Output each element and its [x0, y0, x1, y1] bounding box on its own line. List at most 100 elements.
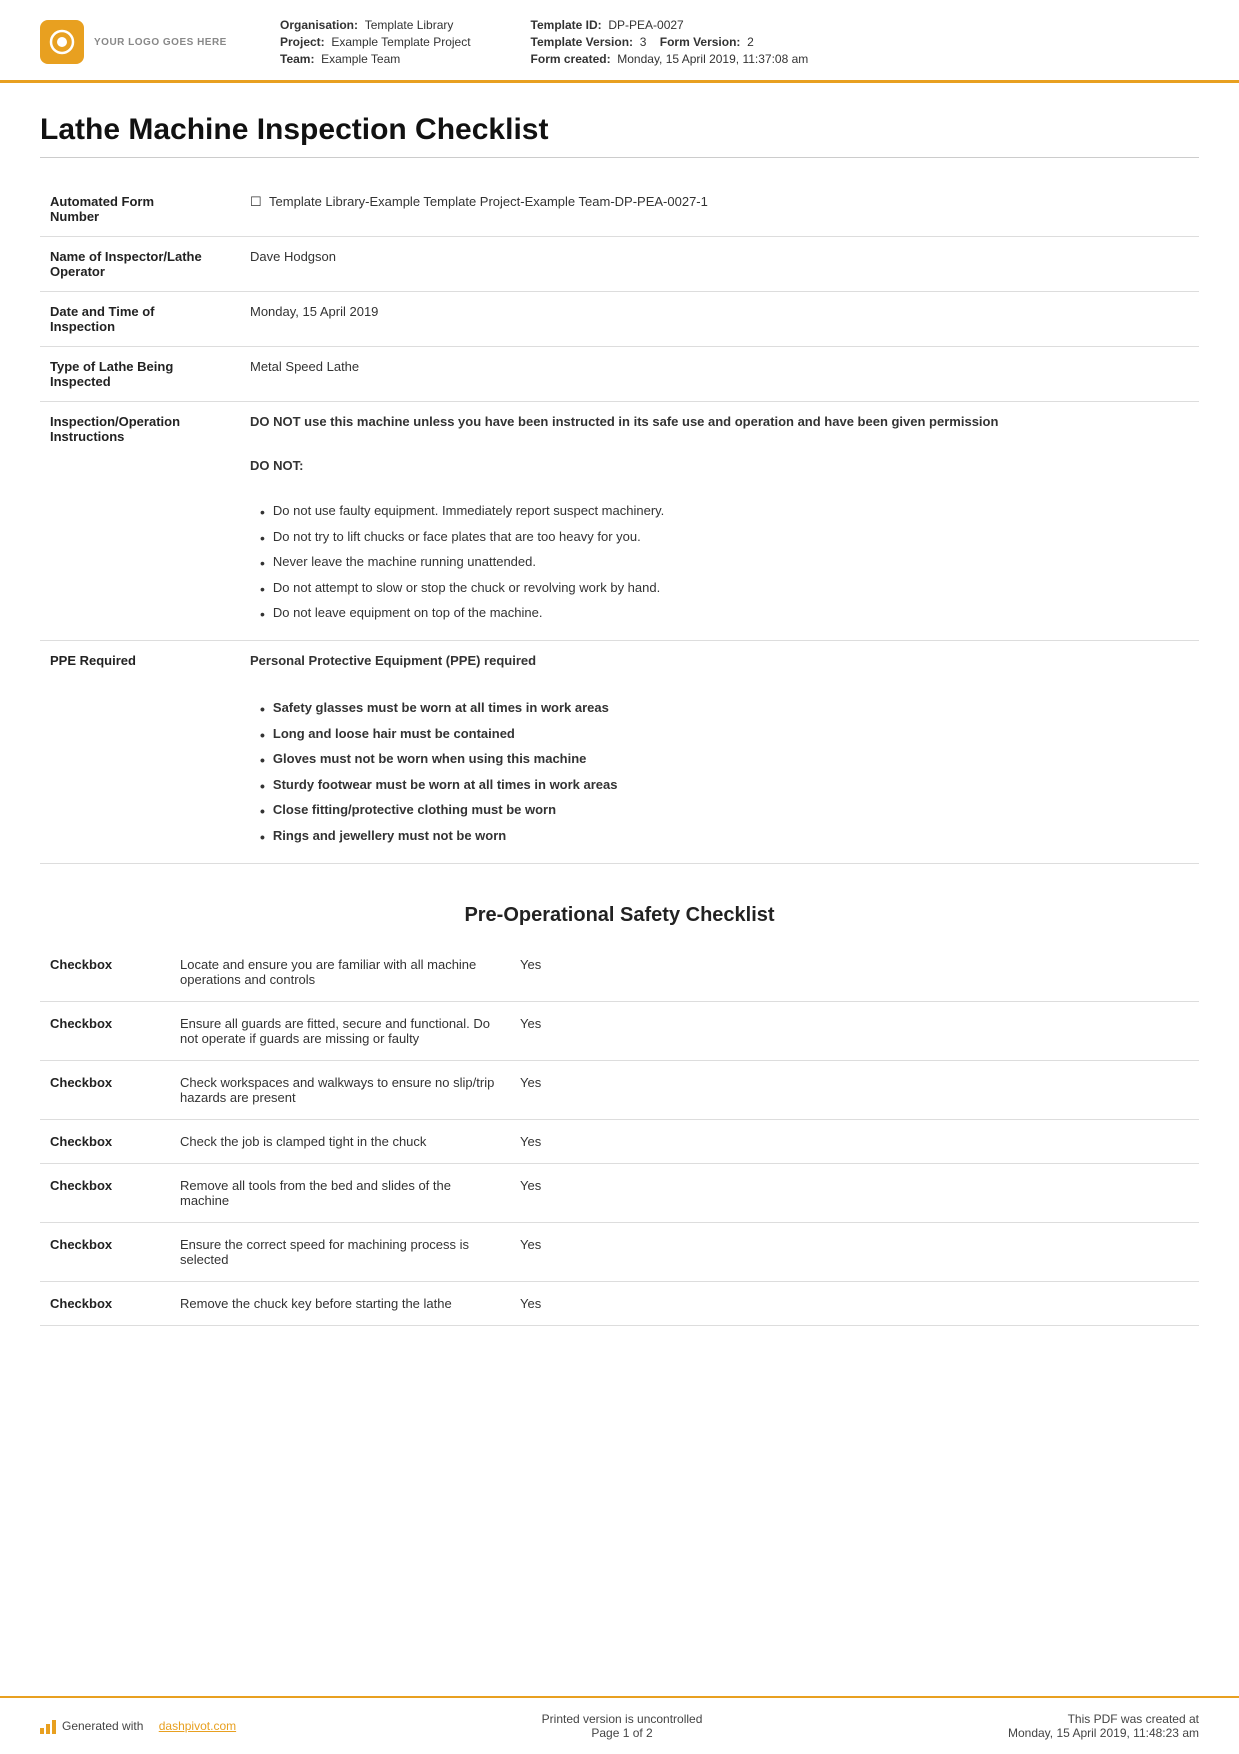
checklist-col1-0: Checkbox	[40, 943, 170, 1002]
list-item: Sturdy footwear must be worn at all time…	[260, 774, 1189, 800]
ppe-list: Safety glasses must be worn at all times…	[260, 697, 1189, 851]
template-id-value: DP-PEA-0027	[608, 18, 683, 32]
team-label: Team:	[280, 52, 314, 66]
checklist-col3-3: Yes	[510, 1119, 1199, 1163]
checklist-col3-0: Yes	[510, 943, 1199, 1002]
header-col-left: Organisation: Template Library Project: …	[280, 18, 471, 66]
checklist-col2-1: Ensure all guards are fitted, secure and…	[170, 1001, 510, 1060]
instructions-label: Inspection/OperationInstructions	[40, 402, 240, 641]
list-item: Do not leave equipment on top of the mac…	[260, 602, 1189, 628]
checklist-row-2: Checkbox Check workspaces and walkways t…	[40, 1060, 1199, 1119]
checklist-col3-1: Yes	[510, 1001, 1199, 1060]
footer: Generated with dashpivot.com Printed ver…	[0, 1696, 1239, 1754]
pdf-created-value: Monday, 15 April 2019, 11:48:23 am	[1008, 1726, 1199, 1740]
logo-icon	[40, 20, 84, 64]
bar-chart-icon	[40, 1718, 56, 1734]
header-col-right: Template ID: DP-PEA-0027 Template Versio…	[531, 18, 809, 66]
main-content: Lathe Machine Inspection Checklist Autom…	[0, 83, 1239, 1696]
org-value: Template Library	[365, 18, 454, 32]
checklist-col3-2: Yes	[510, 1060, 1199, 1119]
checklist-col2-2: Check workspaces and walkways to ensure …	[170, 1060, 510, 1119]
form-version-value: 2	[747, 35, 754, 49]
checklist-table: Checkbox Locate and ensure you are famil…	[40, 943, 1199, 1326]
checklist-col3-6: Yes	[510, 1281, 1199, 1325]
info-table: Automated FormNumber ☐ Template Library-…	[40, 182, 1199, 864]
checklist-col3-5: Yes	[510, 1222, 1199, 1281]
checklist-col1-3: Checkbox	[40, 1119, 170, 1163]
checklist-col2-4: Remove all tools from the bed and slides…	[170, 1163, 510, 1222]
instructions-content: DO NOT use this machine unless you have …	[240, 402, 1199, 641]
checklist-col1-4: Checkbox	[40, 1163, 170, 1222]
pdf-created-label: This PDF was created at	[1008, 1712, 1199, 1726]
do-not-header: DO NOT:	[250, 458, 1189, 473]
inspector-label: Name of Inspector/LatheOperator	[40, 237, 240, 292]
project-value: Example Template Project	[331, 35, 470, 49]
form-created-label: Form created:	[531, 52, 611, 66]
org-line: Organisation: Template Library	[280, 18, 471, 32]
lathe-type-value: Metal Speed Lathe	[240, 347, 1199, 402]
org-label: Organisation:	[280, 18, 358, 32]
row-date: Date and Time ofInspection Monday, 15 Ap…	[40, 292, 1199, 347]
page: YOUR LOGO GOES HERE Organisation: Templa…	[0, 0, 1239, 1754]
checklist-row-0: Checkbox Locate and ensure you are famil…	[40, 943, 1199, 1002]
footer-center: Printed version is uncontrolled Page 1 o…	[542, 1712, 703, 1740]
list-item: Do not try to lift chucks or face plates…	[260, 526, 1189, 552]
list-item: Do not attempt to slow or stop the chuck…	[260, 577, 1189, 603]
do-not-list: Do not use faulty equipment. Immediately…	[260, 500, 1189, 628]
generated-text: Generated with	[62, 1719, 143, 1733]
row-inspector: Name of Inspector/LatheOperator Dave Hod…	[40, 237, 1199, 292]
list-item: Long and loose hair must be contained	[260, 723, 1189, 749]
page-text: Page 1 of 2	[542, 1726, 703, 1740]
date-value: Monday, 15 April 2019	[240, 292, 1199, 347]
checklist-col2-6: Remove the chuck key before starting the…	[170, 1281, 510, 1325]
footer-left: Generated with dashpivot.com	[40, 1718, 236, 1734]
checklist-col2-0: Locate and ensure you are familiar with …	[170, 943, 510, 1002]
checklist-col2-5: Ensure the correct speed for machining p…	[170, 1222, 510, 1281]
checklist-col1-2: Checkbox	[40, 1060, 170, 1119]
list-item: Safety glasses must be worn at all times…	[260, 697, 1189, 723]
list-item: Do not use faulty equipment. Immediately…	[260, 500, 1189, 526]
version-line: Template Version: 3 Form Version: 2	[531, 35, 809, 49]
ppe-content: Personal Protective Equipment (PPE) requ…	[240, 640, 1199, 863]
checklist-row-4: Checkbox Remove all tools from the bed a…	[40, 1163, 1199, 1222]
list-item: Never leave the machine running unattend…	[260, 551, 1189, 577]
instructions-bold-text: DO NOT use this machine unless you have …	[250, 414, 1189, 429]
form-number-value: ☐ Template Library-Example Template Proj…	[240, 182, 1199, 237]
form-created-line: Form created: Monday, 15 April 2019, 11:…	[531, 52, 809, 66]
checklist-col1-6: Checkbox	[40, 1281, 170, 1325]
project-line: Project: Example Template Project	[280, 35, 471, 49]
header-meta: Organisation: Template Library Project: …	[280, 18, 1199, 66]
template-version-value: 3	[640, 35, 647, 49]
row-lathe-type: Type of Lathe BeingInspected Metal Speed…	[40, 347, 1199, 402]
checklist-col2-3: Check the job is clamped tight in the ch…	[170, 1119, 510, 1163]
checklist-row-5: Checkbox Ensure the correct speed for ma…	[40, 1222, 1199, 1281]
project-label: Project:	[280, 35, 325, 49]
ppe-header: Personal Protective Equipment (PPE) requ…	[250, 653, 1189, 668]
checklist-col3-4: Yes	[510, 1163, 1199, 1222]
row-ppe: PPE Required Personal Protective Equipme…	[40, 640, 1199, 863]
checklist-col1-1: Checkbox	[40, 1001, 170, 1060]
template-id-label: Template ID:	[531, 18, 602, 32]
template-version-label: Template Version:	[531, 35, 633, 49]
inspector-value: Dave Hodgson	[240, 237, 1199, 292]
form-number-icon: ☐	[250, 194, 262, 209]
list-item: Gloves must not be worn when using this …	[260, 748, 1189, 774]
checklist-row-3: Checkbox Check the job is clamped tight …	[40, 1119, 1199, 1163]
list-item: Rings and jewellery must not be worn	[260, 825, 1189, 851]
checklist-row-6: Checkbox Remove the chuck key before sta…	[40, 1281, 1199, 1325]
template-id-line: Template ID: DP-PEA-0027	[531, 18, 809, 32]
form-version-label: Form Version:	[660, 35, 741, 49]
logo-text: YOUR LOGO GOES HERE	[94, 37, 227, 48]
lathe-type-label: Type of Lathe BeingInspected	[40, 347, 240, 402]
row-instructions: Inspection/OperationInstructions DO NOT …	[40, 402, 1199, 641]
header: YOUR LOGO GOES HERE Organisation: Templa…	[0, 0, 1239, 83]
ppe-label: PPE Required	[40, 640, 240, 863]
checklist-col1-5: Checkbox	[40, 1222, 170, 1281]
team-line: Team: Example Team	[280, 52, 471, 66]
form-created-value: Monday, 15 April 2019, 11:37:08 am	[617, 52, 808, 66]
page-title: Lathe Machine Inspection Checklist	[40, 113, 1199, 158]
section-title: Pre-Operational Safety Checklist	[40, 894, 1199, 927]
footer-link[interactable]: dashpivot.com	[159, 1719, 236, 1733]
date-label: Date and Time ofInspection	[40, 292, 240, 347]
checklist-row-1: Checkbox Ensure all guards are fitted, s…	[40, 1001, 1199, 1060]
